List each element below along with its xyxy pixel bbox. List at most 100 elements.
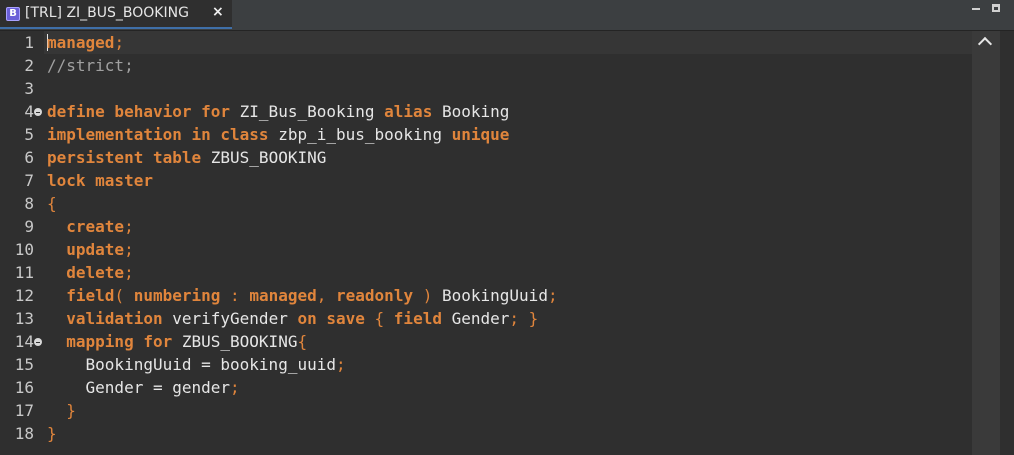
code-line[interactable]: 16 Gender = gender; bbox=[0, 376, 972, 399]
code-text: lock master bbox=[47, 169, 153, 192]
code-line[interactable]: 2 //strict; bbox=[0, 54, 972, 77]
line-number: 16 bbox=[14, 378, 34, 397]
code-line[interactable]: 4 define behavior for ZI_Bus_Booking alia… bbox=[0, 100, 972, 123]
code-token: ; bbox=[124, 263, 134, 282]
code-token: numbering bbox=[133, 286, 221, 305]
code-token: ( bbox=[114, 286, 134, 305]
maximize-icon[interactable] bbox=[992, 4, 1000, 12]
code-line[interactable]: 5 implementation in class zbp_i_bus_booki… bbox=[0, 123, 972, 146]
abap-editor-window: B [TRL] ZI_BUS_BOOKING × 1 managed; 2 //str… bbox=[0, 0, 1014, 455]
code-token: BookingUuid bbox=[47, 355, 202, 374]
line-number: 11 bbox=[14, 263, 34, 282]
code-token: managed bbox=[249, 286, 317, 305]
code-text: update; bbox=[47, 238, 134, 261]
code-token: { bbox=[47, 194, 57, 213]
code-token: managed bbox=[47, 33, 115, 52]
code-token: booking_uuid bbox=[220, 355, 336, 374]
code-text: } bbox=[47, 422, 57, 445]
code-token: update bbox=[66, 240, 125, 259]
code-line[interactable]: 18} bbox=[0, 422, 972, 445]
fold-collapse-icon[interactable] bbox=[34, 108, 42, 116]
code-token: ; } bbox=[509, 309, 539, 328]
code-token: Gender bbox=[47, 378, 153, 397]
code-line[interactable]: 6 persistent table ZBUS_BOOKING bbox=[0, 146, 972, 169]
code-editor[interactable]: 1 managed; 2 //strict; 3 4 define behavior for… bbox=[0, 31, 972, 455]
code-token: persistent table bbox=[47, 148, 211, 167]
code-token: create bbox=[66, 217, 125, 236]
fold-collapse-icon[interactable] bbox=[34, 338, 42, 346]
code-text: Gender = gender; bbox=[47, 376, 240, 399]
code-text: managed; bbox=[47, 31, 124, 54]
code-text: persistent table ZBUS_BOOKING bbox=[47, 146, 326, 169]
code-text: field( numbering : managed, readonly ) B… bbox=[47, 284, 557, 307]
line-number: 7 bbox=[24, 171, 34, 190]
code-text: //strict; bbox=[47, 54, 134, 77]
line-number: 2 bbox=[24, 56, 34, 75]
code-line[interactable]: 11 delete; bbox=[0, 261, 972, 284]
editor-tab[interactable]: B [TRL] ZI_BUS_BOOKING × bbox=[0, 0, 232, 29]
line-number: 12 bbox=[14, 286, 34, 305]
code-token: unique bbox=[451, 125, 510, 144]
line-number: 4 bbox=[24, 102, 34, 121]
line-number: 14 bbox=[14, 332, 34, 351]
code-line[interactable]: 14 mapping for ZBUS_BOOKING{ bbox=[0, 330, 972, 353]
code-text: validation verifyGender on save { field … bbox=[47, 307, 538, 330]
line-number: 9 bbox=[24, 217, 34, 236]
code-line[interactable]: 8{ bbox=[0, 192, 972, 215]
code-token: } bbox=[47, 424, 57, 443]
code-token: readonly bbox=[336, 286, 414, 305]
code-text: implementation in class zbp_i_bus_bookin… bbox=[47, 123, 509, 146]
code-token: on save bbox=[297, 309, 375, 328]
vertical-scrollbar[interactable] bbox=[972, 31, 1000, 455]
right-margin bbox=[1000, 31, 1014, 455]
code-line[interactable]: 12 field( numbering : managed, readonly … bbox=[0, 284, 972, 307]
code-line[interactable]: 1 managed; bbox=[0, 31, 972, 54]
line-number: 1 bbox=[24, 33, 34, 52]
code-line[interactable]: 15 BookingUuid = booking_uuid; bbox=[0, 353, 972, 376]
code-token: { bbox=[297, 332, 308, 351]
code-token: = bbox=[201, 355, 221, 374]
code-line[interactable]: 9 create; bbox=[0, 215, 972, 238]
code-token: } bbox=[66, 401, 76, 420]
code-token: implementation in class bbox=[47, 125, 279, 144]
chevron-up-icon[interactable] bbox=[977, 36, 993, 52]
code-token: ZBUS_BOOKING bbox=[181, 332, 298, 351]
code-token: gender bbox=[172, 378, 231, 397]
code-line[interactable]: 3 bbox=[0, 77, 972, 100]
code-token: ; bbox=[335, 355, 346, 374]
code-line[interactable]: 10 update; bbox=[0, 238, 972, 261]
line-number: 17 bbox=[14, 401, 34, 420]
code-text: delete; bbox=[47, 261, 134, 284]
code-token: ZI_Bus_Booking bbox=[239, 102, 385, 121]
minimize-icon[interactable] bbox=[972, 8, 980, 10]
code-token: validation bbox=[66, 309, 173, 328]
code-token: lock master bbox=[47, 171, 153, 190]
code-token: //strict; bbox=[47, 56, 134, 75]
code-token: = bbox=[152, 378, 173, 397]
code-token: zbp_i_bus_booking bbox=[278, 125, 452, 144]
close-icon[interactable]: × bbox=[212, 4, 224, 20]
code-token: field bbox=[393, 309, 452, 328]
line-number: 3 bbox=[24, 79, 34, 98]
code-text: mapping for ZBUS_BOOKING{ bbox=[47, 330, 307, 353]
code-line[interactable]: 13 validation verifyGender on save { fie… bbox=[0, 307, 972, 330]
tab-title: [TRL] ZI_BUS_BOOKING bbox=[25, 5, 189, 21]
code-line[interactable]: 17 } bbox=[0, 399, 972, 422]
code-line[interactable]: 7 lock master bbox=[0, 169, 972, 192]
code-text: { bbox=[47, 192, 57, 215]
code-token: ; bbox=[230, 378, 240, 397]
code-text: BookingUuid = booking_uuid; bbox=[47, 353, 346, 376]
code-token: ; bbox=[124, 240, 134, 259]
code-token: delete bbox=[66, 263, 125, 282]
line-number: 6 bbox=[24, 148, 34, 167]
code-token: ; bbox=[114, 33, 125, 52]
behavior-definition-icon: B bbox=[6, 7, 20, 21]
code-token: : bbox=[220, 286, 250, 305]
code-token: ) bbox=[413, 286, 442, 305]
